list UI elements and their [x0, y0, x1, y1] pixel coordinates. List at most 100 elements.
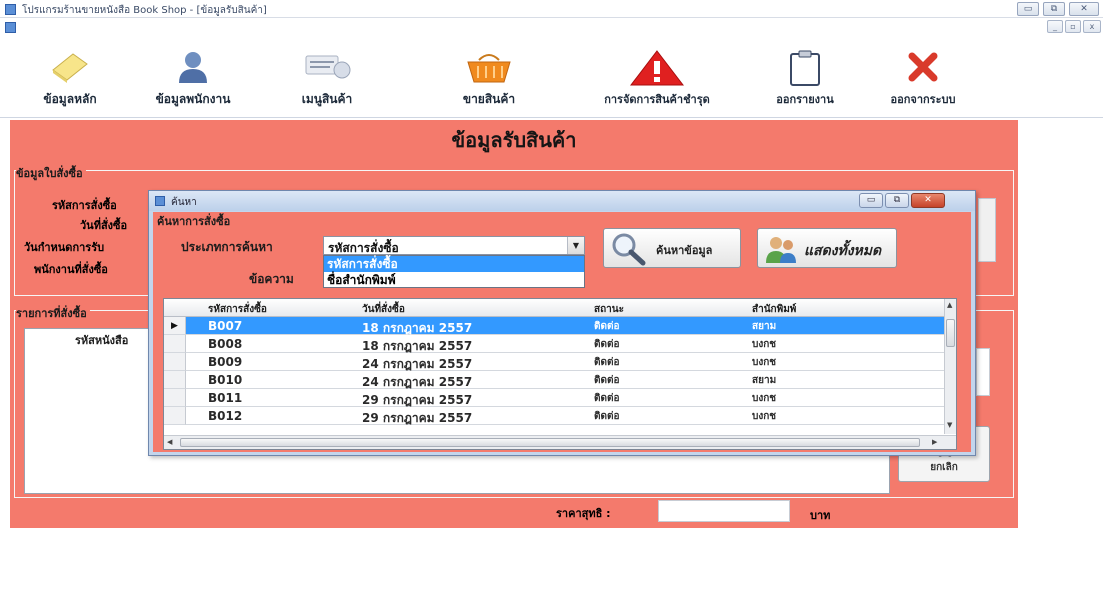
- cell-publisher: สยาม: [752, 375, 777, 386]
- net-price-input[interactable]: [658, 500, 790, 522]
- toolbar-logout[interactable]: ออกจากระบบ: [868, 36, 978, 116]
- restore-button[interactable]: ⧉: [1043, 2, 1065, 16]
- table-row[interactable]: B012 29 กรกฎาคม 2557 ติดต่อ บงกช: [186, 407, 950, 425]
- table-row[interactable]: B011 29 กรกฎาคม 2557 ติดต่อ บงกช: [186, 389, 950, 407]
- toolbar-label: การจัดการสินค้าชำรุด: [604, 93, 710, 106]
- cell-publisher: สยาม: [752, 321, 777, 332]
- cell-publisher: บงกช: [752, 411, 777, 422]
- cell-order-id: B011: [208, 391, 243, 405]
- row-header[interactable]: [164, 407, 186, 425]
- order-list-scrollbar[interactable]: [978, 198, 996, 262]
- cell-status: ติดต่อ: [594, 411, 620, 422]
- row-header[interactable]: [164, 335, 186, 353]
- app-icon: [5, 4, 16, 15]
- items-col-book-id: รหัสหนังสือ: [75, 334, 129, 347]
- search-group-label: ค้นหาการสั่งซื้อ: [157, 215, 231, 228]
- scroll-thumb[interactable]: [946, 319, 955, 347]
- scroll-thumb[interactable]: [180, 438, 920, 447]
- table-row[interactable]: B009 24 กรกฎาคม 2557 ติดต่อ บงกช: [186, 353, 950, 371]
- cell-status: ติดต่อ: [594, 357, 620, 368]
- mdi-minimize-button[interactable]: _: [1047, 20, 1063, 33]
- toolbar-label: เมนูสินค้า: [301, 92, 353, 106]
- order-id-label: รหัสการสั่งซื้อ: [52, 199, 117, 212]
- scroll-up-icon[interactable]: ▲: [947, 301, 952, 309]
- current-row-marker[interactable]: ▶: [164, 317, 186, 335]
- cancel-label: ยกเลิก: [930, 462, 958, 473]
- due-date-label: วันกำหนดการรับ: [24, 241, 105, 254]
- table-row[interactable]: B010 24 กรกฎาคม 2557 ติดต่อ สยาม: [186, 371, 950, 389]
- col-order-date[interactable]: วันที่สั่งซื้อ: [362, 302, 405, 317]
- net-price-label: ราคาสุทธิ :: [556, 507, 611, 520]
- cell-order-id: B012: [208, 409, 243, 423]
- row-header[interactable]: [164, 353, 186, 371]
- mdi-close-button[interactable]: x: [1083, 20, 1101, 33]
- toolbar-product-menu[interactable]: เมนูสินค้า: [282, 36, 372, 116]
- table-row[interactable]: B008 18 กรกฎาคม 2557 ติดต่อ บงกช: [186, 335, 950, 353]
- grid-horizontal-scrollbar[interactable]: ◀ ▶: [164, 435, 956, 449]
- col-order-id[interactable]: รหัสการสั่งซื้อ: [208, 302, 267, 317]
- mdi-child-icon: [5, 22, 16, 33]
- cell-status: ติดต่อ: [594, 375, 620, 386]
- search-type-dropdown: รหัสการสั่งซื้อ ชื่อสำนักพิมพ์: [323, 255, 585, 288]
- col-publisher[interactable]: สำนักพิมพ์: [752, 302, 796, 317]
- toolbar-damaged-goods[interactable]: การจัดการสินค้าชำรุด: [582, 36, 732, 116]
- people-icon: [766, 237, 796, 263]
- toolbar-reports[interactable]: ออกรายงาน: [755, 36, 855, 116]
- employee-label: พนักงานที่สั่งซื้อ: [34, 263, 108, 276]
- dropdown-option[interactable]: รหัสการสั่งซื้อ: [324, 256, 584, 272]
- cell-status: ติดต่อ: [594, 339, 620, 350]
- scroll-left-icon[interactable]: ◀: [167, 438, 172, 446]
- search-dialog: ค้นหา ▭ ⧉ ✕ ค้นหาการสั่งซื้อ ประเภทการค้…: [148, 190, 976, 456]
- cell-order-id: B008: [208, 337, 243, 351]
- stamp-icon: [305, 55, 351, 79]
- minimize-button[interactable]: ▭: [1017, 2, 1039, 16]
- search-type-select[interactable]: รหัสการสั่งซื้อ ▼: [323, 236, 585, 255]
- order-group-label: ข้อมูลใบสั่งซื้อ: [16, 164, 86, 182]
- window-title: โปรแกรมร้านขายหนังสือ Book Shop - [ข้อมู…: [22, 5, 267, 16]
- window-titlebar: โปรแกรมร้านขายหนังสือ Book Shop - [ข้อมู…: [0, 0, 1103, 18]
- scroll-down-icon[interactable]: ▼: [947, 421, 952, 429]
- search-data-label: ค้นหาข้อมูล: [656, 244, 713, 257]
- toolbar-sell-products[interactable]: ขายสินค้า: [444, 36, 534, 116]
- clipboard-icon: [790, 50, 820, 86]
- cell-status: ติดต่อ: [594, 321, 620, 332]
- cell-order-id: B007: [208, 319, 243, 333]
- table-row[interactable]: B007 18 กรกฎาคม 2557 ติดต่อ สยาม: [186, 317, 950, 335]
- cell-publisher: บงกช: [752, 357, 777, 368]
- basket-icon: [467, 54, 511, 83]
- currency-label: บาท: [810, 509, 831, 522]
- toolbar-employee-data[interactable]: ข้อมูลพนักงาน: [138, 36, 248, 116]
- toolbar-label: ออกจากระบบ: [890, 93, 956, 106]
- chevron-down-icon[interactable]: ▼: [567, 237, 584, 254]
- search-type-label: ประเภทการค้นหา: [181, 240, 273, 254]
- dialog-app-icon: [155, 196, 165, 206]
- show-all-label: แสดงทั้งหมด: [804, 243, 882, 259]
- order-date-label: วันที่สั่งซื้อ: [80, 219, 128, 232]
- cell-order-id: B010: [208, 373, 243, 387]
- items-group-label: รายการที่สั่งซื้อ: [16, 304, 90, 322]
- dialog-close-button[interactable]: ✕: [911, 193, 945, 208]
- side-textbox[interactable]: [976, 348, 990, 396]
- exit-icon: [908, 52, 938, 82]
- user-icon: [179, 52, 207, 83]
- toolbar-label: ข้อมูลหลัก: [43, 92, 97, 106]
- col-status[interactable]: สถานะ: [594, 302, 624, 317]
- close-button[interactable]: ✕: [1069, 2, 1099, 16]
- dialog-minimize-button[interactable]: ▭: [859, 193, 883, 208]
- show-all-button[interactable]: แสดงทั้งหมด: [757, 228, 897, 268]
- cell-publisher: บงกช: [752, 339, 777, 350]
- row-header[interactable]: [164, 371, 186, 389]
- mdi-restore-button[interactable]: ▫: [1065, 20, 1081, 33]
- scroll-right-icon[interactable]: ▶: [932, 438, 937, 446]
- dialog-restore-button[interactable]: ⧉: [885, 193, 909, 208]
- cell-status: ติดต่อ: [594, 393, 620, 404]
- order-results-grid[interactable]: รหัสการสั่งซื้อ วันที่สั่งซื้อ สถานะ สำน…: [163, 298, 957, 450]
- dropdown-option[interactable]: ชื่อสำนักพิมพ์: [324, 272, 584, 288]
- dialog-title: ค้นหา: [171, 197, 197, 208]
- grid-vertical-scrollbar[interactable]: ▲ ▼: [944, 299, 956, 434]
- toolbar-label: ข้อมูลพนักงาน: [155, 92, 231, 106]
- toolbar-master-data[interactable]: ข้อมูลหลัก: [20, 36, 120, 116]
- cell-order-id: B009: [208, 355, 243, 369]
- search-data-button[interactable]: ค้นหาข้อมูล: [603, 228, 741, 268]
- row-header[interactable]: [164, 389, 186, 407]
